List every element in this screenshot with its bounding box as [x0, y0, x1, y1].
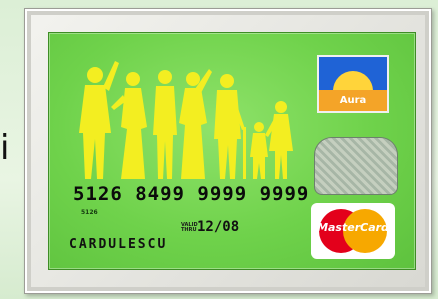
aura-logo-text: Aura: [319, 90, 387, 111]
family-silhouettes: [79, 61, 293, 179]
credit-card: Aura 5126 8499 9999 9999 5126 VALID THRU…: [48, 32, 416, 270]
aura-logo: Aura: [317, 55, 389, 113]
cardholder-name: CARDULESCU: [69, 237, 168, 252]
expiry-date: 12/08: [197, 219, 240, 235]
mastercard-logo: MasterCard: [311, 203, 395, 259]
mastercard-logo-text: MasterCard: [317, 221, 389, 234]
sun-icon: [333, 71, 373, 90]
card-number: 5126 8499 9999 9999: [73, 183, 310, 205]
hologram: [314, 137, 398, 195]
stray-letter: i: [0, 128, 10, 168]
card-number-prefix: 5126: [81, 209, 98, 216]
valid-thru-label: VALID THRU: [181, 222, 198, 233]
